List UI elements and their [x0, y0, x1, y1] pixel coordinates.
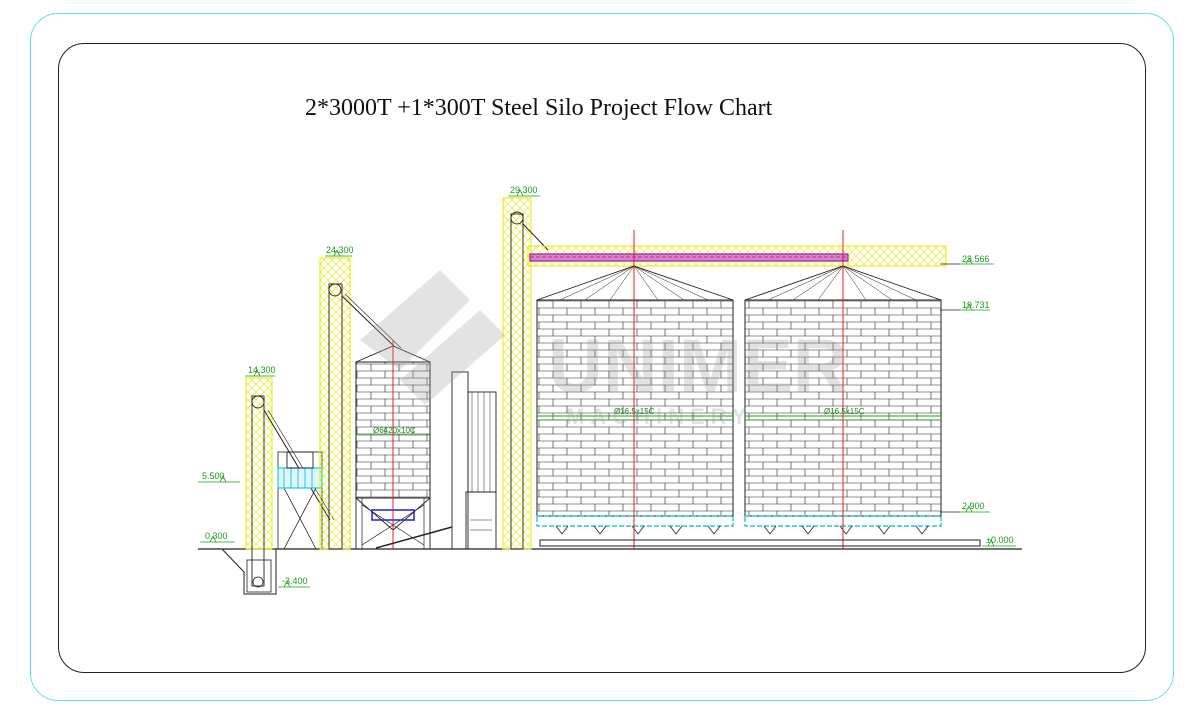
- elevation-5500: 5.500: [202, 471, 225, 481]
- flow-chart-drawing: Ø6420x10C Ø16.5x15C Ø16.5x15C 29.300 24.…: [198, 185, 1022, 595]
- watermark-brand: UNIMER: [548, 324, 848, 409]
- elevation-zero: ±0.000: [986, 535, 1013, 545]
- pre-cleaner-tower: [277, 451, 323, 550]
- top-conveyor-gallery: [527, 245, 947, 267]
- elevation-14300: 14.300: [248, 365, 276, 375]
- elevation-24300: 24.300: [326, 245, 354, 255]
- elevation-2900: 2.900: [962, 501, 985, 511]
- elevation-0300: 0.300: [205, 531, 228, 541]
- bottom-conveyor: [539, 539, 981, 547]
- elevation-19731: 19.731: [962, 300, 990, 310]
- watermark-sub: MACHINERY: [566, 404, 752, 429]
- elevation-23566: 23.566: [962, 254, 990, 264]
- small-silo-diameter-label: Ø6420x10C: [373, 426, 416, 435]
- intake-pit: [221, 548, 277, 595]
- screw-conveyor: [375, 526, 453, 549]
- elevation-29300: 29.300: [510, 185, 538, 195]
- elevation-minus-3400: -3.400: [282, 576, 308, 586]
- grain-dryer: [451, 371, 497, 550]
